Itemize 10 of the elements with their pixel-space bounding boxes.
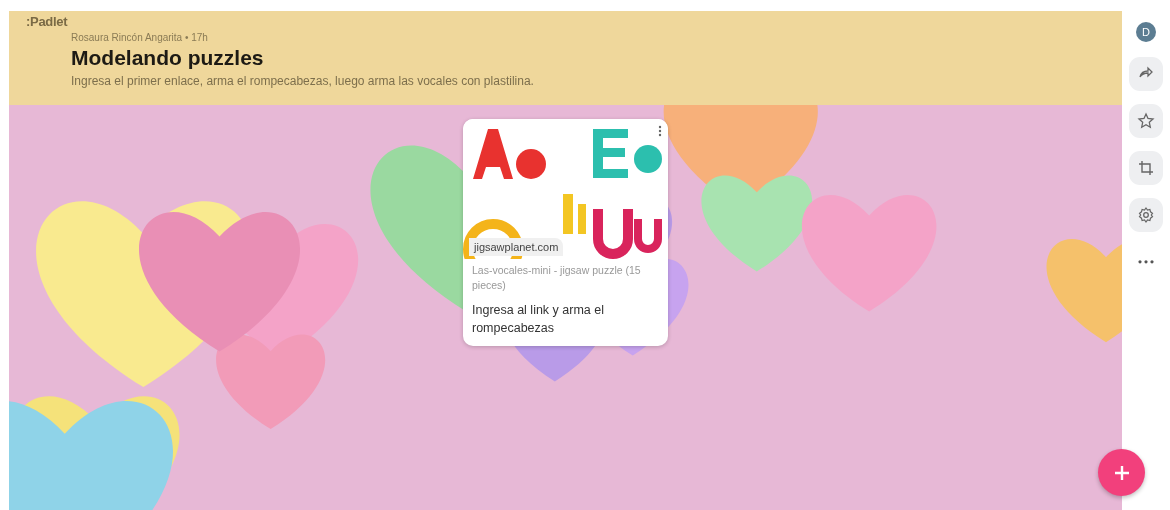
board-title: Modelando puzzles bbox=[71, 46, 265, 70]
star-button[interactable] bbox=[1129, 104, 1163, 138]
board-description: Ingresa el primer enlace, arma el rompecabezas, luego arma las vocales con plastilina. bbox=[71, 74, 535, 88]
share-button[interactable] bbox=[1129, 57, 1163, 91]
settings-button[interactable] bbox=[1129, 198, 1163, 232]
user-avatar[interactable]: D bbox=[1136, 22, 1156, 42]
author-and-time: Rosaura Rincón Angarita • 17h bbox=[71, 32, 209, 43]
crop-button[interactable] bbox=[1129, 151, 1163, 185]
padlet-logo[interactable]: :Padlet bbox=[26, 14, 1122, 29]
more-icon bbox=[1138, 260, 1154, 264]
